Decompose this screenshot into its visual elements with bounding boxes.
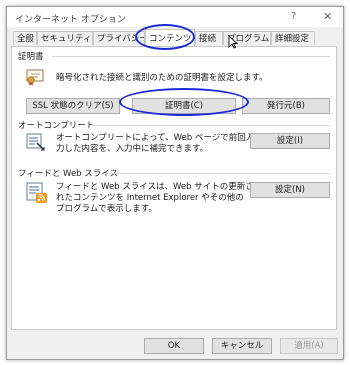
help-button[interactable]: ? [291,11,296,22]
window-title: インターネット オプション [15,15,126,25]
certificates-description: 暗号化された接続と識別のための証明書を設定します。 [56,73,268,83]
autocomplete-heading: オートコンプリート [18,121,95,131]
feeds-settings-button[interactable]: 設定(N) [250,182,330,198]
tab-general[interactable]: 全般 [13,31,37,45]
tab-advanced[interactable]: 詳細設定 [271,31,315,45]
certificate-icon [26,69,44,86]
close-button[interactable]: ✕ [323,10,332,23]
feeds-description: フィードと Web スライスは、Web サイトの更新さ れたコンテンツを Inte… [56,182,254,214]
cancel-button[interactable]: キャンセル [212,338,272,354]
internet-options-dialog: インターネット オプション ? ✕ 全般 セキュリティ プライバシー コンテンツ… [6,6,344,360]
certificates-button-highlight [119,88,249,116]
mouse-cursor-icon [228,35,238,49]
certificates-heading: 証明書 [18,52,44,62]
apply-button[interactable]: 適用(A) [280,338,338,354]
feeds-icon [26,182,47,203]
autocomplete-settings-button[interactable]: 設定(I) [250,133,330,149]
publishers-button[interactable]: 発行元(B) [242,98,330,114]
section-divider [104,173,330,174]
tab-connections[interactable]: 接続 [195,31,223,45]
autocomplete-description: オートコンプリートによって、Web ページで前回入 力した内容を、入力中に補完でき… [56,133,255,154]
ok-button[interactable]: OK [144,338,204,354]
feeds-heading: フィードと Web スライス [18,169,119,179]
section-divider [90,125,330,126]
autocomplete-icon [26,133,45,151]
clear-ssl-state-button[interactable]: SSL 状態のクリア(S) [26,98,120,114]
tab-security[interactable]: セキュリティ [37,31,93,45]
section-divider [52,56,330,57]
content-tab-highlight [135,24,195,50]
